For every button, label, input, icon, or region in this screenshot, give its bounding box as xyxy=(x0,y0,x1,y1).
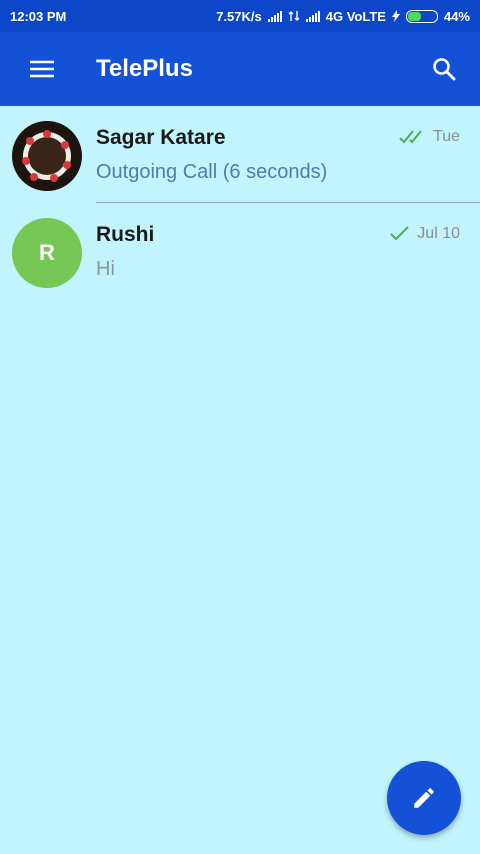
search-icon xyxy=(433,58,456,81)
chat-date: Jul 10 xyxy=(417,225,460,242)
menu-button[interactable] xyxy=(14,41,70,97)
chat-item-rushi[interactable]: R Rushi Hi Jul 10 xyxy=(0,203,480,299)
cake-photo-icon xyxy=(13,122,81,190)
check-icon xyxy=(390,226,410,241)
chat-item-sagar[interactable]: Sagar Katare Outgoing Call (6 seconds) T… xyxy=(0,106,480,203)
double-check-icon xyxy=(399,130,422,144)
app-bar: TelePlus xyxy=(0,32,480,106)
chat-date: Tue xyxy=(433,128,460,145)
pencil-icon xyxy=(414,788,434,808)
battery-icon xyxy=(405,9,438,23)
signal-icon xyxy=(267,10,282,22)
avatar-letter: R xyxy=(39,240,55,265)
chat-meta: Jul 10 xyxy=(389,225,460,243)
data-transfer-icon xyxy=(288,11,300,21)
status-indicators: 7.57K/s 4G VoLTE 44% xyxy=(216,9,470,24)
chat-preview: Hi xyxy=(96,258,115,280)
battery-fill xyxy=(407,11,422,21)
network-speed: 7.57K/s xyxy=(216,8,262,24)
chat-list: Sagar Katare Outgoing Call (6 seconds) T… xyxy=(0,106,480,299)
battery-percent: 44% xyxy=(443,8,470,24)
chat-meta: Tue xyxy=(399,128,460,146)
status-bar: 12:03 PM 7.57K/s 4G VoLTE 44% xyxy=(0,0,480,32)
chat-preview: Outgoing Call (6 seconds) xyxy=(96,161,328,183)
compose-button[interactable] xyxy=(387,761,461,835)
avatar xyxy=(12,121,82,191)
status-time: 12:03 PM xyxy=(10,8,67,24)
menu-icon xyxy=(30,60,54,78)
avatar: R xyxy=(12,218,82,288)
chat-name: Sagar Katare xyxy=(96,126,226,149)
chat-name: Rushi xyxy=(96,223,155,246)
search-button[interactable] xyxy=(416,41,472,97)
network-type: 4G VoLTE xyxy=(325,8,386,24)
signal-icon-2 xyxy=(305,10,320,22)
app-title: TelePlus xyxy=(96,55,193,82)
charging-icon xyxy=(391,10,400,22)
